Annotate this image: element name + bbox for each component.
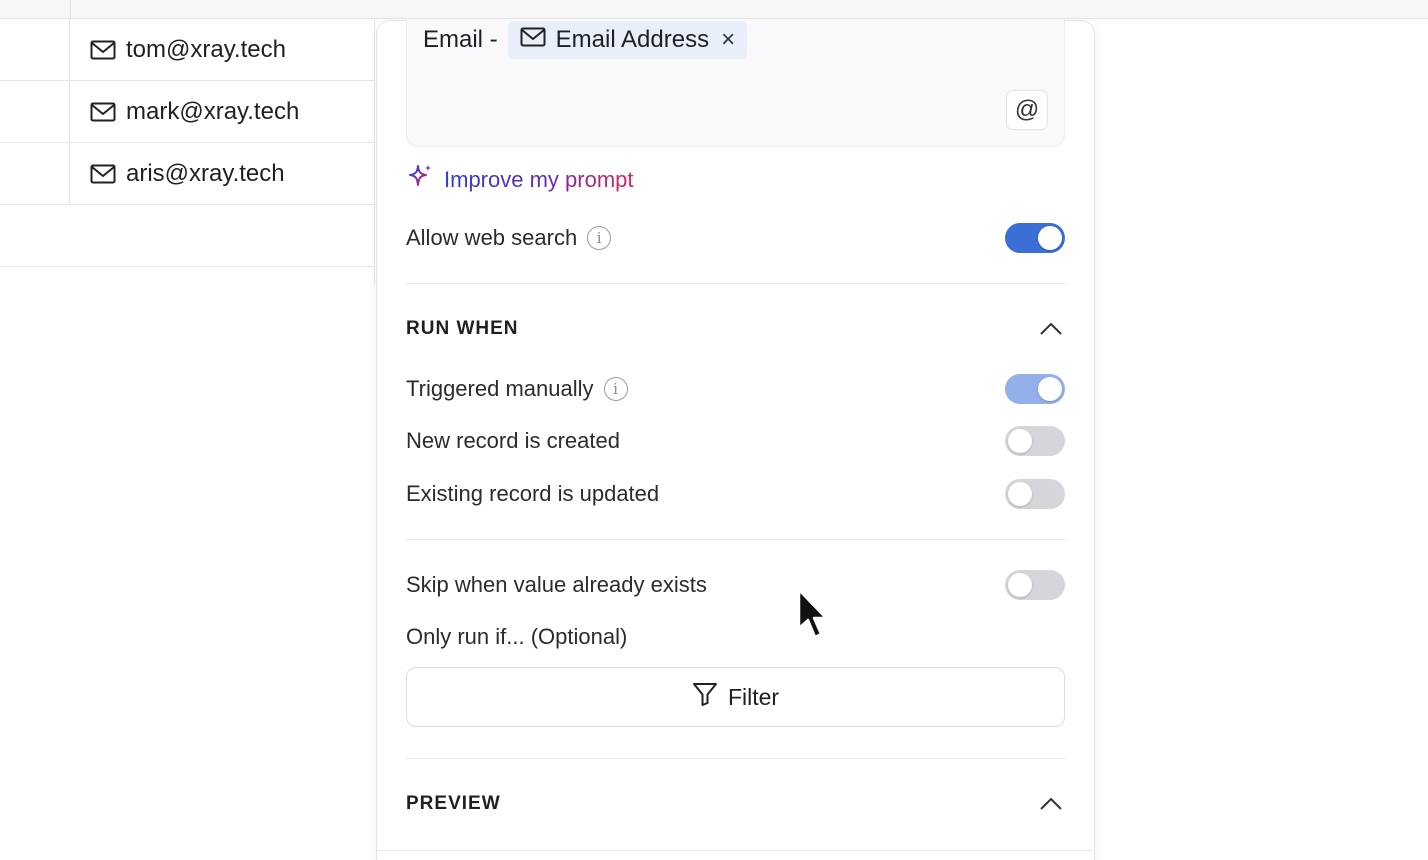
email-cell[interactable]: tom@xray.tech [90,19,286,80]
table-row[interactable]: aris@xray.tech [0,143,375,205]
email-cell[interactable]: mark@xray.tech [90,81,299,142]
run-option-triggered-manually: Triggered manually i [406,372,1065,406]
improve-prompt-link[interactable]: Improve my prompt [406,163,634,197]
chevron-up-icon[interactable] [1037,790,1065,818]
skip-existing-toggle[interactable] [1005,570,1065,600]
filter-button[interactable]: Filter [406,667,1065,727]
toggle-knob [1008,429,1032,453]
email-text: aris@xray.tech [126,159,285,187]
toggle-knob [1038,226,1062,250]
run-option-label: Triggered manually [406,376,594,401]
table-header-bar [0,0,1428,19]
prompt-editor[interactable]: Email - Email Address × @ [406,19,1065,147]
table-row[interactable] [0,205,375,267]
toggle-knob [1008,482,1032,506]
triggered-manually-toggle[interactable] [1005,374,1065,404]
divider [406,758,1065,759]
preview-title: PREVIEW [406,793,501,814]
row-cell[interactable] [0,205,70,266]
filter-label: Filter [727,683,780,710]
run-option-record-updated: Existing record is updated [406,477,1065,511]
improve-prompt-label: Improve my prompt [444,167,634,192]
web-search-row: Allow web search i [406,221,1065,255]
divider [377,850,1094,851]
mail-icon [90,40,116,60]
info-icon[interactable]: i [603,377,628,401]
info-icon[interactable]: i [587,226,612,250]
prompt-content[interactable]: Email - Email Address × [423,21,748,59]
mouse-cursor-icon [796,588,832,647]
chevron-up-icon[interactable] [1037,315,1065,343]
divider [406,283,1065,284]
run-option-label: Existing record is updated [406,481,660,506]
skip-existing-row: Skip when value already exists [406,568,1065,602]
row-cell[interactable] [0,143,70,204]
close-icon[interactable]: × [721,26,735,54]
mail-icon [90,102,116,122]
row-cell[interactable] [0,19,70,80]
column-divider [70,0,71,19]
web-search-toggle[interactable] [1005,223,1065,253]
run-option-new-record: New record is created [406,424,1065,458]
preview-header[interactable]: PREVIEW [406,789,1065,819]
prompt-prefix: Email - [423,26,498,53]
records-table: tom@xray.tech mark@xray.tech aris@xray.t… [0,19,375,285]
record-updated-toggle[interactable] [1005,479,1065,509]
run-when-header[interactable]: RUN WHEN [406,314,1065,344]
run-when-title: RUN WHEN [406,318,519,339]
toggle-knob [1008,573,1032,597]
only-run-if-label: Only run if... (Optional) [406,624,628,649]
toggle-knob [1038,377,1062,401]
column-divider [374,19,375,285]
row-cell[interactable] [0,81,70,142]
field-chip-label: Email Address [555,26,710,53]
sparkle-icon [406,163,434,197]
email-cell[interactable]: aris@xray.tech [90,143,285,204]
web-search-label: Allow web search [406,225,578,250]
filter-icon [692,681,718,713]
table-row[interactable]: tom@xray.tech [0,19,375,81]
email-text: mark@xray.tech [126,97,300,125]
table-row[interactable]: mark@xray.tech [0,81,375,143]
run-option-label: New record is created [406,428,620,453]
mail-icon [90,164,116,184]
field-chip[interactable]: Email Address × [507,21,748,59]
email-text: tom@xray.tech [126,35,286,63]
divider [406,539,1065,540]
skip-existing-label: Skip when value already exists [406,572,707,597]
new-record-toggle[interactable] [1005,426,1065,456]
ai-column-settings-panel: Email - Email Address × @ Improve my pro… [376,19,1095,860]
mail-icon [520,26,546,54]
mention-button[interactable]: @ [1006,90,1048,130]
